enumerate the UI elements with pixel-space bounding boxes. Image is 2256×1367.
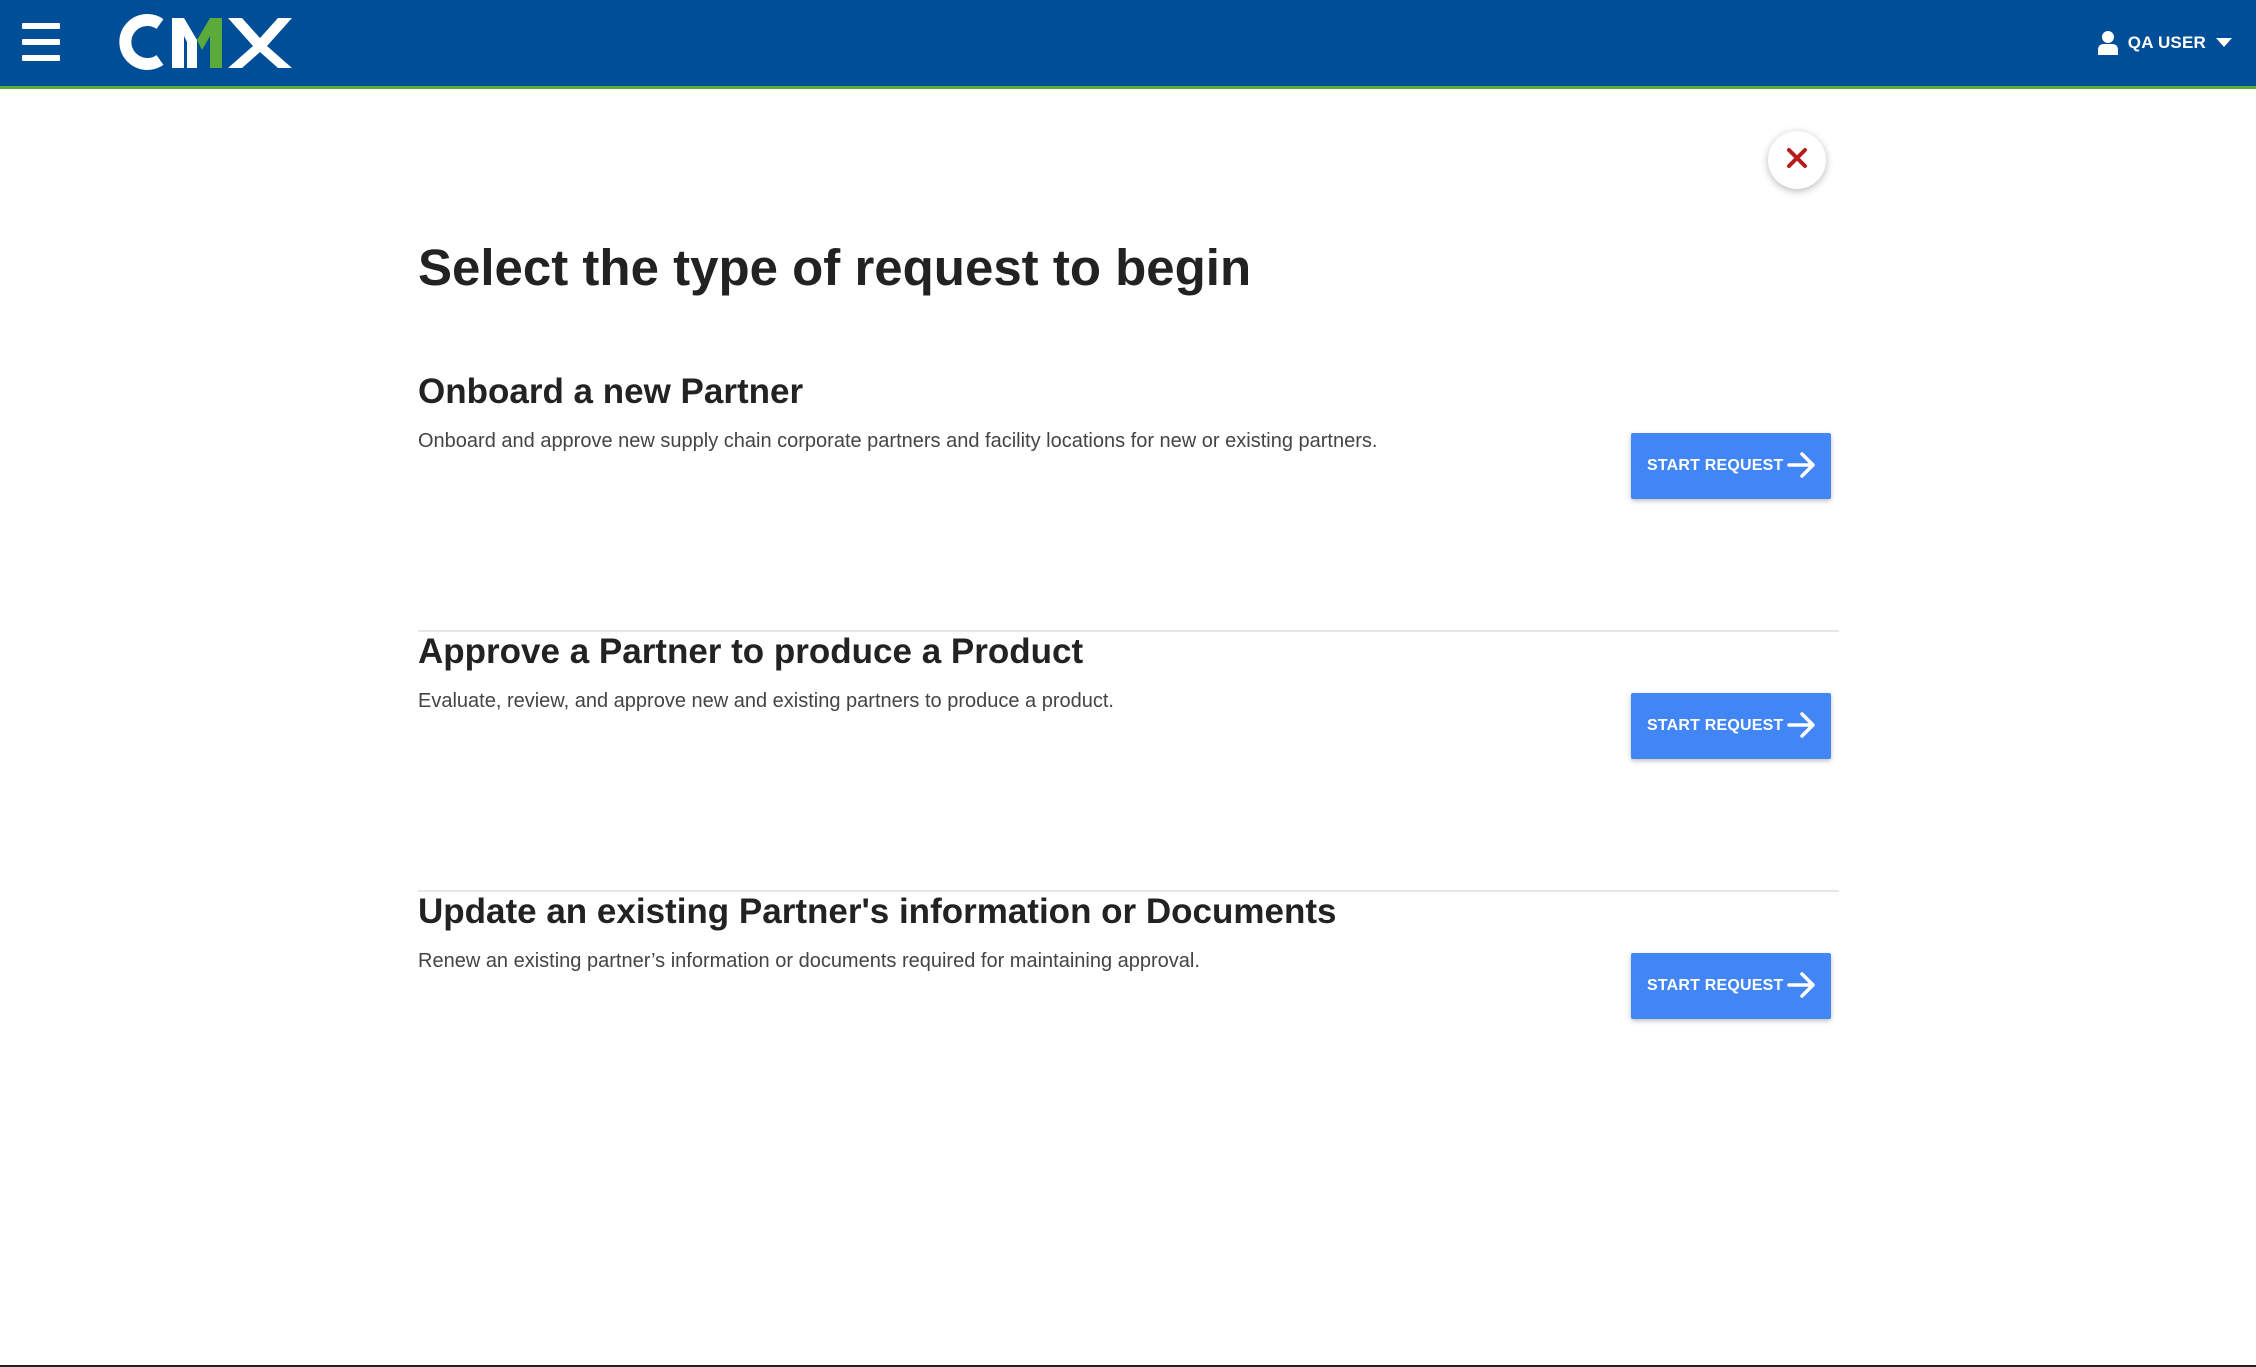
start-request-button[interactable]: START REQUEST bbox=[1631, 433, 1831, 499]
request-option-heading: Update an existing Partner's information… bbox=[418, 892, 1337, 931]
arrow-right-icon bbox=[1787, 711, 1817, 739]
top-navigation-bar: QA USER bbox=[0, 0, 2256, 89]
close-button[interactable] bbox=[1768, 131, 1826, 189]
request-option-heading: Onboard a new Partner bbox=[418, 372, 804, 411]
user-name: QA USER bbox=[2127, 33, 2206, 52]
cmx-logo[interactable] bbox=[112, 10, 296, 74]
start-request-label: START REQUEST bbox=[1647, 977, 1784, 994]
start-request-button[interactable]: START REQUEST bbox=[1631, 953, 1831, 1019]
request-option-approve-partner-product: Approve a Partner to produce a Product E… bbox=[418, 632, 1839, 892]
request-option-onboard-partner: Onboard a new Partner Onboard and approv… bbox=[418, 372, 1839, 632]
arrow-right-icon bbox=[1787, 451, 1817, 479]
request-option-description: Evaluate, review, and approve new and ex… bbox=[418, 690, 1114, 712]
request-option-update-partner-info: Update an existing Partner's information… bbox=[418, 892, 1839, 1152]
hamburger-menu-icon[interactable] bbox=[22, 23, 62, 61]
start-request-label: START REQUEST bbox=[1647, 717, 1784, 734]
request-option-description: Renew an existing partner’s information … bbox=[418, 950, 1200, 972]
user-menu[interactable]: QA USER bbox=[2097, 28, 2232, 58]
request-option-description: Onboard and approve new supply chain cor… bbox=[418, 430, 1378, 452]
cmx-logo-mark bbox=[119, 14, 292, 70]
start-request-label: START REQUEST bbox=[1647, 457, 1784, 474]
close-x-icon bbox=[1786, 147, 1808, 174]
caret-down-icon bbox=[2216, 38, 2232, 48]
start-request-button[interactable]: START REQUEST bbox=[1631, 693, 1831, 759]
page-title: Select the type of request to begin bbox=[418, 239, 1252, 296]
arrow-right-icon bbox=[1787, 971, 1817, 999]
person-icon bbox=[2097, 31, 2118, 55]
request-option-heading: Approve a Partner to produce a Product bbox=[418, 632, 1084, 671]
